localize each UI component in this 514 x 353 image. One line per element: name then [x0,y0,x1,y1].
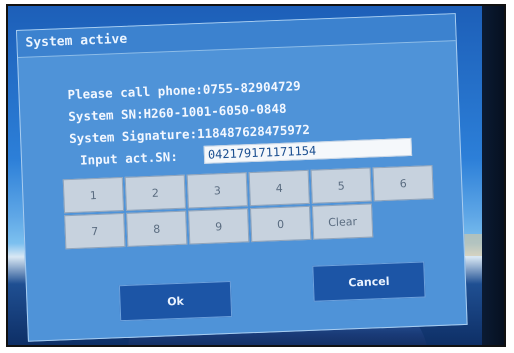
key-1[interactable]: 1 [62,177,125,214]
keypad: 1 2 3 4 5 6 7 8 9 0 Clear [62,165,442,265]
key-7[interactable]: 7 [64,212,126,250]
key-6[interactable]: 6 [372,165,434,202]
key-0[interactable]: 0 [250,205,312,243]
key-8[interactable]: 8 [126,210,188,247]
activation-sn-input[interactable] [203,137,413,164]
key-4[interactable]: 4 [248,169,310,207]
cancel-button[interactable]: Cancel [312,261,426,302]
system-active-dialog: System active Please call phone:0755-829… [16,13,468,342]
dialog-title: System active [25,31,128,51]
key-3[interactable]: 3 [186,172,248,209]
photo-frame: System active Please call phone:0755-829… [6,4,506,347]
key-clear[interactable]: Clear [311,203,374,240]
key-2[interactable]: 2 [124,174,186,211]
activation-sn-label: Input act.SN: [79,148,179,168]
ok-button[interactable]: Ok [118,280,233,322]
monitor-bezel [482,6,504,345]
key-9[interactable]: 9 [188,208,250,245]
phone-line: Please call phone:0755-82904729 [67,78,301,103]
system-sn-line: System SN:H260-1001-6050-0848 [68,100,287,125]
key-5[interactable]: 5 [310,167,372,204]
